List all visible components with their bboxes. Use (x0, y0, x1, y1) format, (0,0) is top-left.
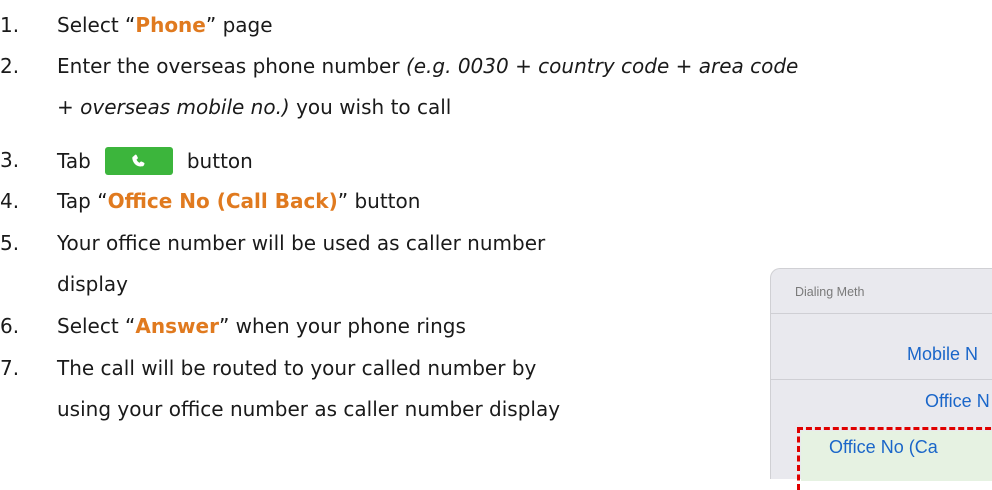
step-number: 7. (0, 356, 20, 380)
step-text-post: button (186, 149, 253, 173)
example-text: (e.g. 0030 + country code + area code (405, 54, 799, 78)
step-text-pre: Select “ (57, 314, 136, 338)
step-number: 3. (0, 148, 20, 172)
office-no-call-back-option[interactable]: Office No (Ca (829, 437, 938, 458)
divider (771, 313, 992, 314)
step-text-post: you wish to call (289, 95, 452, 119)
answer-highlight: Answer (135, 314, 219, 338)
step-number: 2. (0, 54, 20, 78)
call-button[interactable] (104, 147, 173, 175)
mobile-no-option[interactable]: Mobile N (907, 344, 978, 365)
example-text: + overseas mobile no.) (57, 95, 290, 119)
step-text-pre: Enter the overseas phone number (57, 54, 406, 78)
step-text: Select “Phone” page (57, 12, 273, 38)
step-text-post: ” when your phone rings (218, 314, 466, 338)
step-text: Tap “Office No (Call Back)” button (57, 188, 420, 214)
step-number: 5. (0, 231, 20, 255)
step-text: Your office number will be used as calle… (57, 231, 546, 255)
office-no-option[interactable]: Office N (925, 391, 990, 412)
dialing-method-sheet: Dialing Meth Mobile N Office N Office No… (770, 268, 992, 490)
step-text-post: ” page (205, 13, 273, 37)
step-text-pre: Tap “ (57, 189, 108, 213)
step-text: Tab button (57, 147, 253, 175)
phone-highlight: Phone (135, 13, 206, 37)
step-number: 1. (0, 13, 20, 37)
step-text: + overseas mobile no.) you wish to call (57, 94, 451, 120)
step-number: 4. (0, 189, 20, 213)
step-text-post: ” button (337, 189, 421, 213)
step-text: using your office number as caller numbe… (57, 397, 561, 421)
step-text: display (57, 272, 129, 296)
step-text: The call will be routed to your called n… (57, 356, 537, 380)
office-no-highlight: Office No (Call Back) (107, 189, 338, 213)
step-text: Enter the overseas phone number (e.g. 00… (57, 53, 798, 79)
step-number: 6. (0, 314, 20, 338)
step-text-pre: Tab (57, 149, 91, 173)
step-text-pre: Select “ (57, 13, 136, 37)
dialing-method-title: Dialing Meth (795, 285, 865, 299)
phone-call-icon (132, 154, 145, 167)
step-text: Select “Answer” when your phone rings (57, 313, 466, 339)
divider (771, 379, 992, 380)
